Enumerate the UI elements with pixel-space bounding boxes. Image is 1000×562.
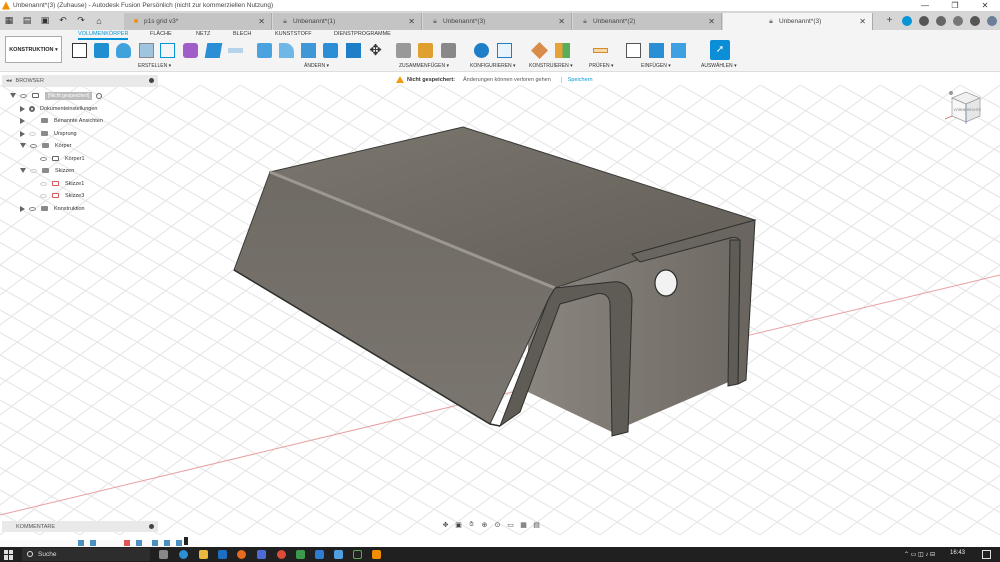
visibility-eye-icon[interactable] (40, 181, 47, 186)
browser-root[interactable]: [Nicht gespeichert] (10, 90, 103, 101)
grid-settings-icon[interactable]: ▦ (518, 519, 529, 530)
folder-icon (42, 143, 49, 148)
folder-icon (42, 168, 49, 173)
timeline-feature[interactable] (152, 540, 158, 546)
browser-item-koerper1[interactable]: Körper1 (40, 153, 85, 164)
viewports-icon[interactable]: ▤ (531, 519, 542, 530)
viewcube-front-label: VORNE (954, 108, 967, 112)
app-icon[interactable] (257, 550, 266, 559)
browser-item-ursprung[interactable]: Ursprung (20, 128, 77, 139)
pan-hand-icon[interactable]: ✋︎ (466, 519, 477, 530)
visibility-eye-icon[interactable] (30, 143, 37, 148)
expand-icon[interactable] (20, 143, 26, 148)
firefox-icon[interactable] (237, 550, 246, 559)
mounting-hole (654, 269, 678, 297)
file-explorer-icon[interactable] (199, 550, 208, 559)
zoom-icon[interactable]: ⊕ (479, 519, 490, 530)
browser-item-skizzen[interactable]: Skizzen (20, 165, 74, 176)
right-wall-leg (727, 239, 741, 387)
gear-icon (29, 105, 35, 112)
comments-panel[interactable]: KOMMENTARE (2, 521, 158, 532)
notification-center-icon[interactable] (982, 550, 991, 559)
fit-zoom-icon[interactable]: ⊙ (492, 519, 503, 530)
timeline-feature[interactable] (90, 540, 96, 546)
collapse-icon[interactable]: ◂◂ (6, 78, 12, 84)
start-button[interactable] (4, 549, 14, 560)
pin-icon[interactable] (149, 78, 154, 83)
app-icon[interactable] (353, 550, 362, 559)
orbit-icon[interactable]: ✥ (440, 519, 451, 530)
timeline-marker[interactable] (184, 537, 188, 545)
task-view-icon[interactable] (159, 550, 168, 559)
browser-item-konstruktion[interactable]: Konstruktion (20, 203, 85, 214)
browser-item-skizze3[interactable]: Skizze3 (40, 190, 84, 201)
add-comment-icon[interactable] (149, 524, 154, 529)
browser-item-dokumenteinstellungen[interactable]: Dokumenteinstellungen (20, 103, 97, 114)
home-view-icon[interactable] (949, 91, 953, 95)
visibility-eye-icon[interactable] (29, 206, 36, 211)
folder-icon (41, 206, 48, 211)
visibility-eye-icon[interactable] (20, 93, 27, 98)
timeline-feature[interactable] (136, 540, 142, 546)
app-icon[interactable] (296, 550, 305, 559)
display-settings-icon[interactable]: ▭ (505, 519, 516, 530)
app-icon[interactable] (218, 550, 227, 559)
look-at-icon[interactable]: ▣ (453, 519, 464, 530)
expand-icon[interactable] (10, 93, 16, 98)
expand-icon[interactable] (20, 105, 25, 112)
browser-item-skizze1[interactable]: Skizze1 (40, 178, 84, 189)
visibility-eye-icon[interactable] (40, 156, 47, 161)
edge-icon[interactable] (179, 550, 188, 559)
body-icon (52, 156, 59, 161)
timeline-feature[interactable] (164, 540, 170, 546)
viewcube-right-label: RECHTS (967, 108, 982, 112)
browser-item-koerper[interactable]: Körper (20, 140, 72, 151)
fusion-taskbar-icon[interactable] (372, 550, 381, 559)
app-icon[interactable] (334, 550, 343, 559)
sketch-icon (52, 181, 59, 186)
clock[interactable]: 16:43 (950, 550, 965, 556)
folder-icon (41, 131, 48, 136)
app-icon[interactable] (315, 550, 324, 559)
navigation-bar: ✥ ▣ ✋︎ ⊕ ⊙ ▭ ▦ ▤ (440, 519, 544, 530)
visibility-eye-icon[interactable] (30, 168, 37, 173)
folder-icon (41, 118, 48, 123)
timeline-feature[interactable] (176, 540, 182, 546)
visibility-eye-icon[interactable] (40, 193, 47, 198)
chrome-icon[interactable] (277, 550, 286, 559)
timeline (0, 537, 200, 547)
document-icon (32, 93, 39, 98)
windows-taskbar: Suche ⌃ ▭ ◫ ♪ ⊟ 16:43 (0, 547, 1000, 562)
timeline-feature[interactable] (124, 540, 130, 546)
search-icon (27, 551, 33, 557)
system-tray[interactable]: ⌃ ▭ ◫ ♪ ⊟ (904, 551, 935, 558)
viewcube[interactable]: VORNE RECHTS (944, 84, 988, 128)
visibility-eye-icon[interactable] (29, 131, 36, 136)
expand-icon[interactable] (20, 205, 25, 212)
browser-header[interactable]: ◂◂ BROWSER (2, 75, 158, 87)
expand-icon[interactable] (20, 168, 26, 173)
taskbar-search[interactable]: Suche (22, 548, 150, 561)
browser-panel: ◂◂ BROWSER [Nicht gespeichert] Dokumente… (2, 75, 158, 215)
sketch-icon (52, 193, 59, 198)
expand-icon[interactable] (20, 130, 25, 137)
timeline-feature[interactable] (78, 540, 84, 546)
activate-radio-icon[interactable] (96, 92, 103, 99)
expand-icon[interactable] (20, 117, 25, 124)
browser-item-benannte-ansichten[interactable]: Benannte Ansichten (20, 115, 103, 126)
